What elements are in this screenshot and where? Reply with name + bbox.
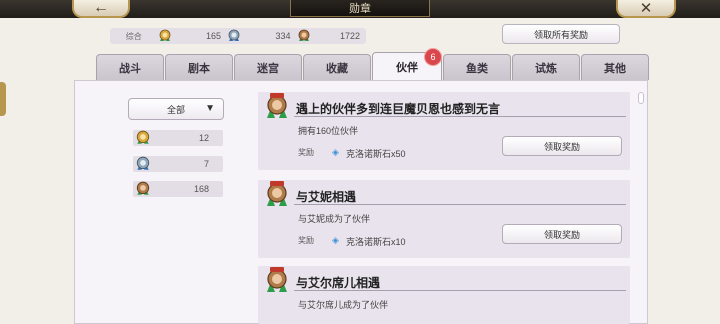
chevron-down-icon: ▼ bbox=[205, 103, 215, 114]
tab-collection[interactable]: 收藏 bbox=[303, 54, 371, 80]
bronze-medal-count: 168 bbox=[193, 184, 209, 194]
reward-label: 奖励 bbox=[298, 148, 314, 157]
notification-badge: 6 bbox=[424, 48, 442, 66]
achievement-description: 与艾尔席儿成为了伙伴 bbox=[298, 300, 389, 310]
medal-filter-dropdown[interactable]: 全部 ▼ bbox=[128, 98, 224, 120]
silver-medal-icon bbox=[227, 29, 241, 43]
tab-fish[interactable]: 鱼类 bbox=[443, 54, 511, 80]
gold-medal-stat: 12 bbox=[133, 130, 223, 146]
reward-label: 奖励 bbox=[298, 236, 314, 245]
achievement-title: 与艾妮相遇 bbox=[296, 190, 357, 204]
tab-battle[interactable]: 战斗 bbox=[96, 54, 164, 80]
gold-medal-count: 12 bbox=[198, 133, 209, 143]
tab-labyrinth[interactable]: 迷宫 bbox=[234, 54, 302, 80]
claim-all-button[interactable]: 领取所有奖励 bbox=[502, 24, 620, 44]
achievement-card: 遇上的伙伴多到连巨魔贝恩也感到无言 拥有160位伙伴 奖励 ◈ 克洛诺斯石x50… bbox=[258, 92, 630, 170]
bronze-medal-icon bbox=[264, 266, 290, 294]
tab-trials[interactable]: 试炼 bbox=[512, 54, 580, 80]
silver-count: 334 bbox=[275, 31, 291, 41]
divider bbox=[294, 116, 626, 117]
bronze-medal-stat: 168 bbox=[133, 181, 223, 197]
close-button[interactable]: ✕ bbox=[616, 0, 676, 18]
gold-medal-icon bbox=[158, 29, 172, 43]
divider bbox=[294, 204, 626, 205]
bronze-medal-icon bbox=[264, 92, 290, 120]
close-icon: ✕ bbox=[639, 0, 653, 17]
scrollbar-thumb[interactable] bbox=[638, 92, 644, 104]
achievement-card: 与艾妮相遇 与艾妮成为了伙伴 奖励 ◈ 克洛诺斯石x10 领取奖励 bbox=[258, 180, 630, 258]
claim-reward-button[interactable]: 领取奖励 bbox=[502, 224, 622, 244]
achievement-description: 与艾妮成为了伙伴 bbox=[298, 214, 371, 224]
reward-text: 克洛诺斯石x10 bbox=[346, 237, 406, 247]
tab-story[interactable]: 剧本 bbox=[165, 54, 233, 80]
side-handle bbox=[0, 82, 6, 116]
silver-medal-icon bbox=[135, 156, 150, 170]
achievement-title: 遇上的伙伴多到连巨魔贝恩也感到无言 bbox=[296, 102, 501, 116]
page-title: 勋章 bbox=[290, 0, 430, 17]
medal-summary-bar: 综合 165 334 1722 bbox=[110, 28, 366, 44]
bronze-medal-icon bbox=[297, 29, 311, 43]
tab-other[interactable]: 其他 bbox=[581, 54, 649, 80]
bronze-count: 1722 bbox=[339, 31, 360, 41]
back-button[interactable]: ← bbox=[72, 0, 130, 18]
summary-label: 综合 bbox=[125, 31, 142, 41]
bronze-medal-icon bbox=[264, 180, 290, 208]
bronze-medal-icon bbox=[135, 181, 150, 195]
filter-selected: 全部 bbox=[167, 104, 186, 115]
silver-medal-count: 7 bbox=[203, 159, 209, 169]
back-arrow-icon: ← bbox=[93, 0, 109, 16]
gold-count: 165 bbox=[206, 31, 222, 41]
achievement-description: 拥有160位伙伴 bbox=[298, 126, 359, 136]
crystal-icon: ◈ bbox=[332, 147, 339, 157]
gold-medal-icon bbox=[135, 130, 150, 144]
divider bbox=[294, 290, 626, 291]
claim-reward-button[interactable]: 领取奖励 bbox=[502, 136, 622, 156]
achievement-card: 与艾尔席儿相遇 与艾尔席儿成为了伙伴 bbox=[258, 266, 630, 324]
crystal-icon: ◈ bbox=[332, 235, 339, 245]
achievement-title: 与艾尔席儿相遇 bbox=[296, 276, 381, 290]
silver-medal-stat: 7 bbox=[133, 156, 223, 172]
reward-text: 克洛诺斯石x50 bbox=[346, 149, 406, 159]
game-screen: ← 勋章 ✕ 综合 165 334 1722 领取所有奖励 战斗 剧本 迷宫 收… bbox=[0, 0, 720, 324]
